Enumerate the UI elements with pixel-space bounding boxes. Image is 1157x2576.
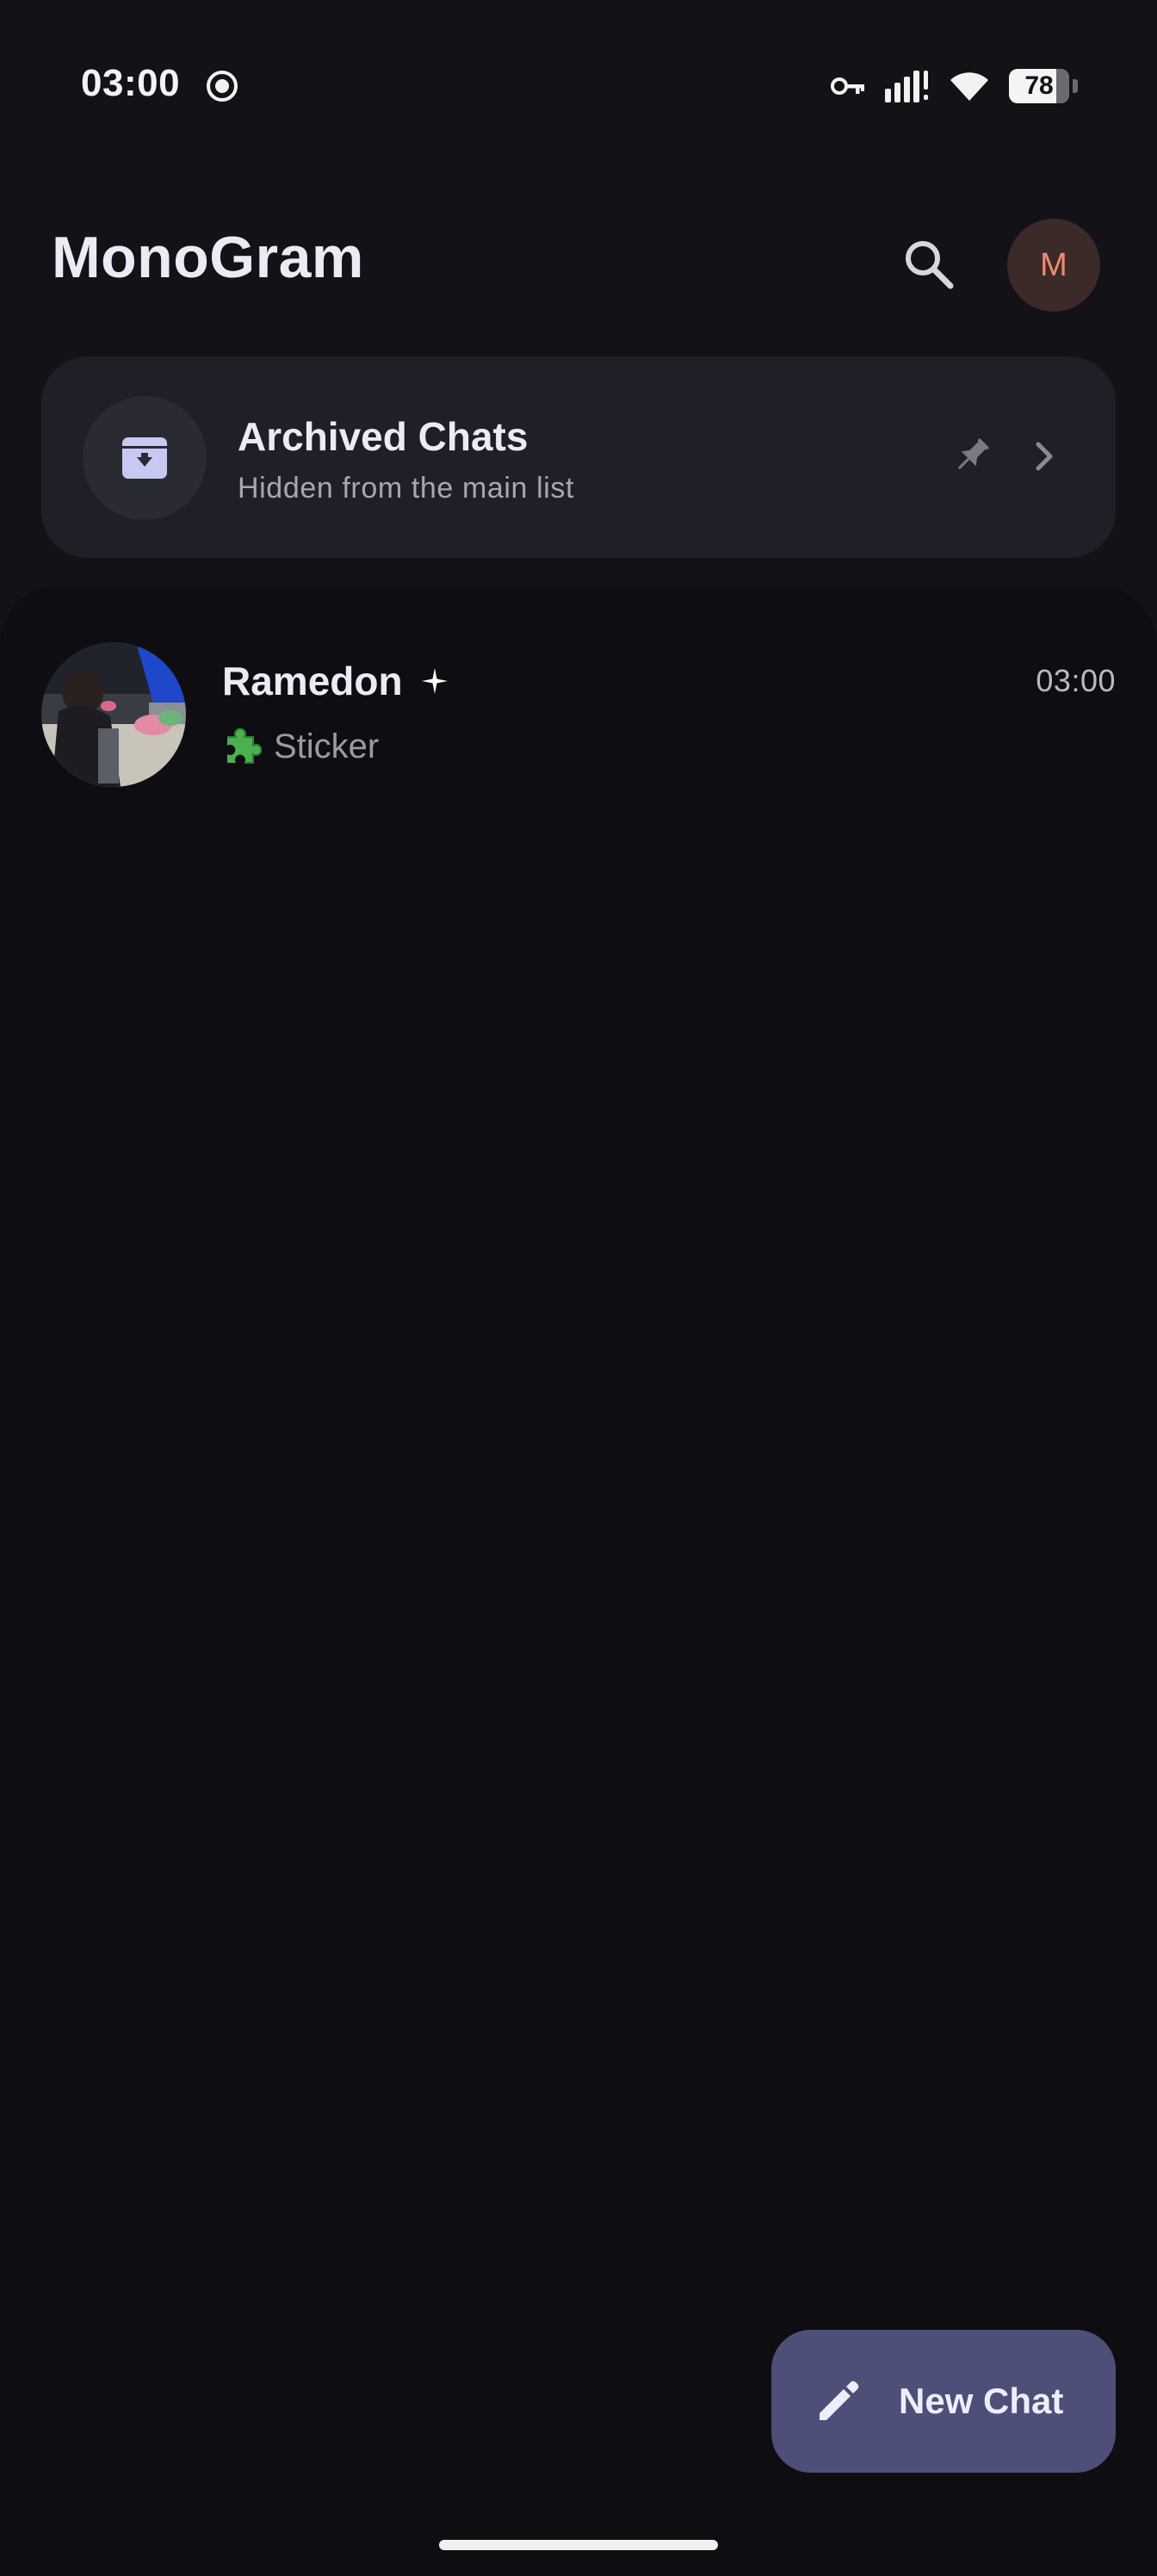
sparkle-icon [421, 668, 448, 694]
chevron-right-icon [1036, 442, 1053, 471]
search-icon [906, 241, 954, 289]
chat-list: Ramedon 03:00 Sticker [0, 585, 1157, 2576]
chat-preview: Sticker [274, 727, 380, 765]
pencil-icon [820, 2381, 859, 2420]
archived-title: Archived Chats [238, 414, 529, 459]
chat-time: 03:00 [1036, 663, 1116, 698]
new-chat-button[interactable]: New Chat [771, 2330, 1116, 2473]
status-icons: 78 [830, 64, 1078, 108]
archived-icon-container [83, 396, 207, 520]
status-time: 03:00 [81, 62, 181, 104]
archived-subtitle: Hidden from the main list [238, 472, 575, 505]
gesture-bar[interactable] [439, 2540, 718, 2550]
archived-chats-card[interactable]: Archived Chats Hidden from the main list [41, 356, 1116, 558]
wifi-icon [950, 72, 988, 101]
chat-name-row: Ramedon [222, 658, 449, 704]
profile-avatar[interactable]: M [1007, 219, 1100, 312]
signal-icon [885, 71, 928, 102]
battery-icon: 78 [1009, 67, 1078, 105]
search-button[interactable] [894, 229, 962, 298]
app-title: MonoGram [52, 225, 364, 290]
avatar-initial: M [1040, 246, 1067, 283]
chat-preview-row: Sticker [222, 727, 379, 766]
battery-level: 78 [1024, 71, 1054, 100]
chat-list-item[interactable]: Ramedon 03:00 Sticker [0, 637, 1157, 792]
new-chat-label: New Chat [899, 2381, 1064, 2421]
puzzle-icon [227, 728, 262, 764]
chat-name: Ramedon [222, 659, 403, 703]
vpn-key-icon [831, 77, 864, 95]
screen-record-icon [207, 71, 238, 102]
chat-avatar [41, 642, 186, 787]
status-bar: 03:00 78 [0, 0, 1157, 172]
pin-icon[interactable] [947, 432, 995, 480]
archive-icon [122, 437, 167, 479]
